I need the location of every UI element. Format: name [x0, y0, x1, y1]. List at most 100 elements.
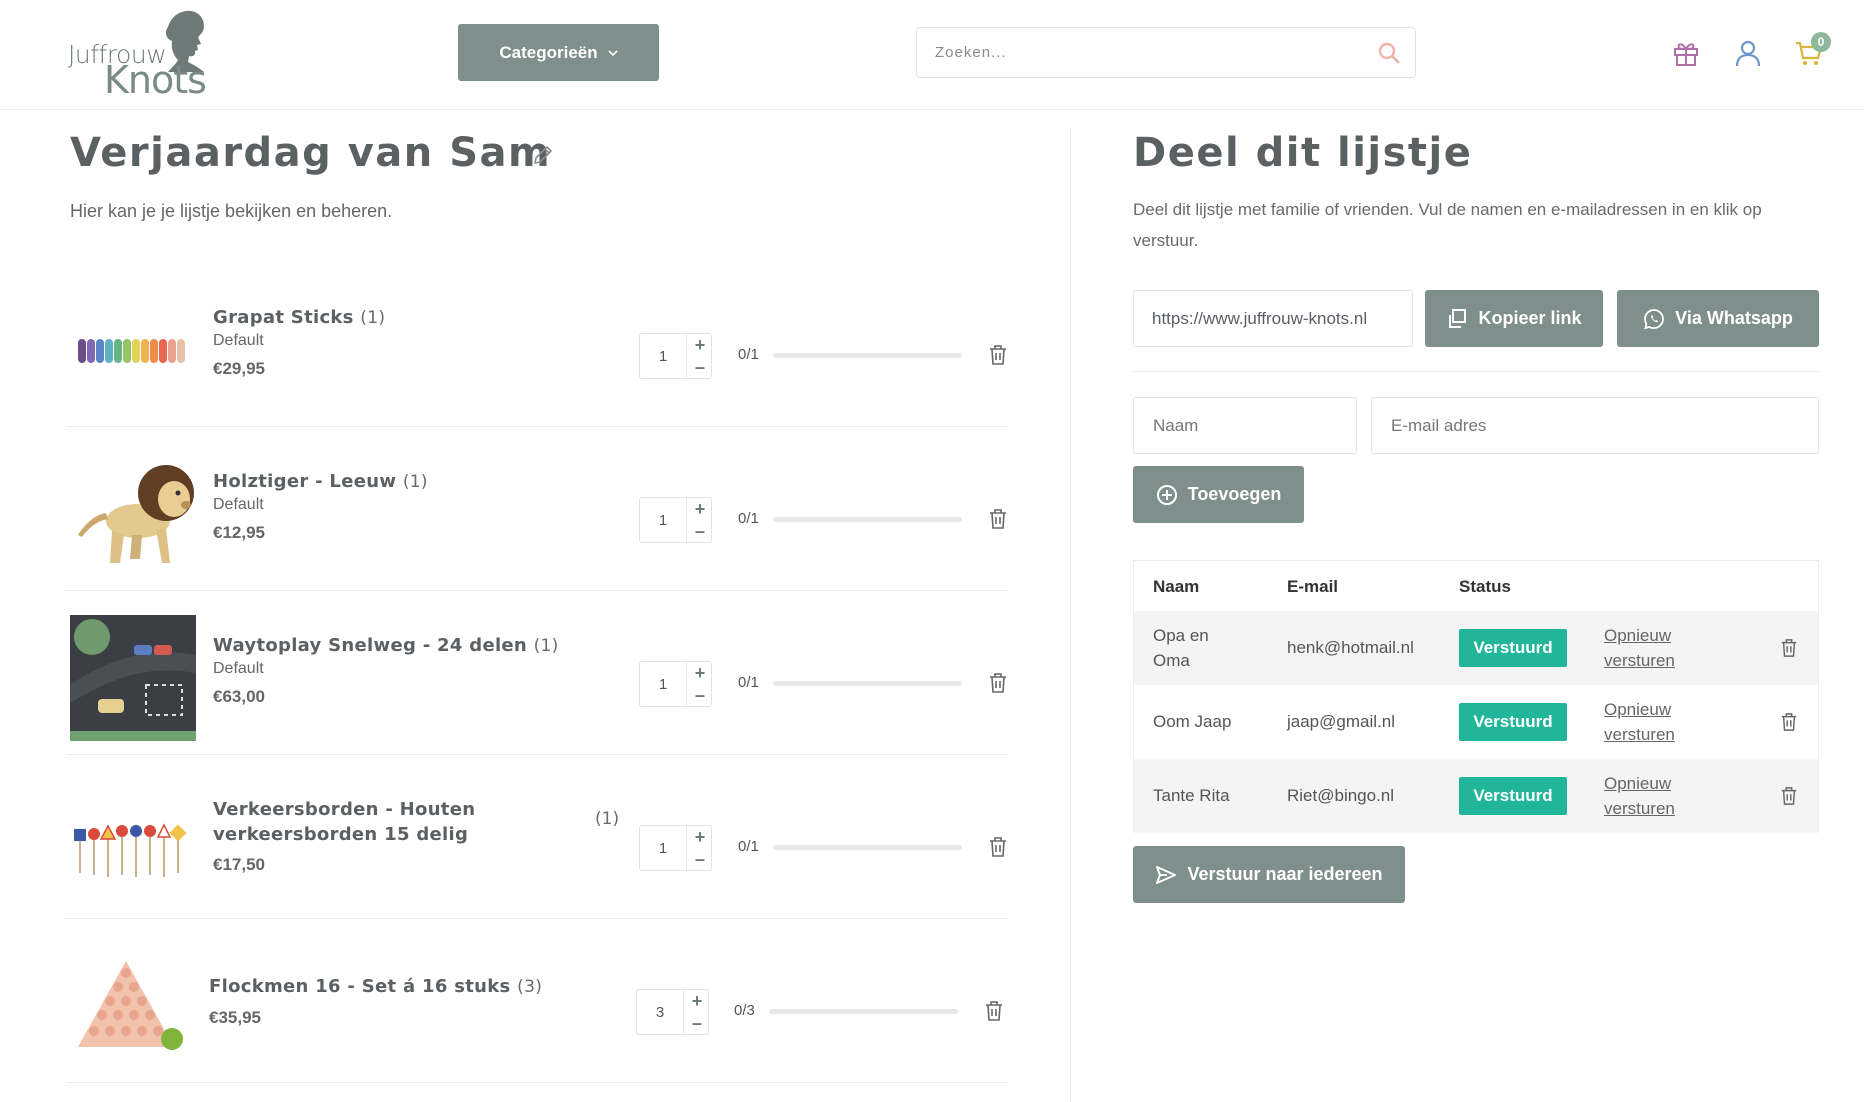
- decrement-button[interactable]: –: [687, 356, 713, 378]
- quantity-value[interactable]: 1: [640, 826, 686, 870]
- quantity-stepper: 1 + –: [639, 333, 712, 379]
- quantity-value[interactable]: 1: [640, 498, 686, 542]
- wishlist-item: Verkeersborden - Houten verkeersborden 15…: [66, 755, 1008, 919]
- product-image-flockmen[interactable]: [66, 943, 192, 1069]
- search-icon[interactable]: [1377, 41, 1401, 65]
- copy-icon: [1449, 308, 1467, 328]
- email-field[interactable]: [1371, 397, 1819, 454]
- decrement-button[interactable]: –: [687, 848, 713, 870]
- cart-count-badge: 0: [1811, 32, 1831, 52]
- quantity-stepper: 1 + –: [639, 825, 712, 871]
- increment-button[interactable]: +: [687, 662, 713, 684]
- quantity-value[interactable]: 1: [640, 334, 686, 378]
- wishlist-item: Holztiger - Leeuw (1) Default €12,95 1 +…: [66, 427, 1008, 591]
- send-all-label: Verstuur naar iedereen: [1187, 864, 1383, 884]
- product-qty-tag: (1): [402, 472, 428, 492]
- product-price: €12,95: [213, 523, 265, 542]
- add-label: Toevoegen: [1187, 484, 1282, 504]
- product-image-grapat-sticks[interactable]: [70, 287, 196, 413]
- product-image-traffic-signs[interactable]: [70, 779, 196, 905]
- table-row: Oom Jaap jaap@gmail.nl Verstuurd Opnieuw…: [1134, 685, 1818, 759]
- product-name[interactable]: Flockmen 16 - Set á 16 stuks (3): [209, 974, 542, 1000]
- trash-icon[interactable]: [1780, 712, 1798, 732]
- wishlist-item: Flockmen 16 - Set á 16 stuks (3) €35,95 …: [66, 919, 1008, 1083]
- recipients-table: Naam E-mail Status Opa en Oma henk@hotmai…: [1133, 560, 1819, 833]
- quantity-stepper: 1 + –: [639, 497, 712, 543]
- name-field[interactable]: [1133, 397, 1357, 454]
- share-link-field[interactable]: [1133, 290, 1413, 347]
- recipient-email: Riet@bingo.nl: [1287, 786, 1395, 805]
- resend-link[interactable]: Opnieuw versturen: [1604, 771, 1675, 821]
- quantity-stepper: 3 + –: [636, 989, 709, 1035]
- logo[interactable]: Juffrouw Knots: [68, 10, 208, 102]
- chevron-down-icon: [608, 49, 618, 56]
- resend-link[interactable]: Opnieuw versturen: [1604, 623, 1675, 673]
- copy-link-button[interactable]: Kopieer link: [1425, 290, 1603, 347]
- product-image-lion[interactable]: [70, 451, 196, 577]
- categories-label: Categorieën: [499, 42, 598, 62]
- progress-label: 0/1: [738, 510, 759, 527]
- wishlist-title: Verjaardag van Sam: [70, 130, 552, 176]
- product-qty-tag: (1): [533, 636, 559, 656]
- quantity-value[interactable]: 3: [637, 990, 683, 1034]
- increment-button[interactable]: +: [684, 990, 710, 1012]
- column-header-status: Status: [1459, 577, 1511, 596]
- gift-icon[interactable]: [1671, 38, 1701, 68]
- progress-label: 0/1: [738, 346, 759, 363]
- user-icon[interactable]: [1733, 38, 1763, 68]
- progress-bar: [773, 845, 962, 850]
- search-box: [916, 27, 1416, 78]
- progress-label: 0/1: [738, 838, 759, 855]
- product-name[interactable]: Grapat Sticks (1): [213, 305, 385, 331]
- recipient-name: Oom Jaap: [1153, 712, 1232, 731]
- add-button[interactable]: Toevoegen: [1133, 466, 1304, 523]
- quantity-value[interactable]: 1: [640, 662, 686, 706]
- column-header-email: E-mail: [1287, 577, 1339, 596]
- pencil-icon[interactable]: [532, 144, 554, 166]
- trash-icon[interactable]: [988, 508, 1008, 530]
- product-price: €17,50: [213, 855, 265, 874]
- trash-icon[interactable]: [988, 836, 1008, 858]
- categories-button[interactable]: Categorieën: [458, 24, 659, 81]
- product-variant: Default: [213, 332, 264, 349]
- trash-icon[interactable]: [1780, 638, 1798, 658]
- whatsapp-icon: [1644, 308, 1665, 329]
- trash-icon[interactable]: [1780, 786, 1798, 806]
- resend-link[interactable]: Opnieuw versturen: [1604, 697, 1675, 747]
- stepper-controls: + –: [686, 498, 712, 542]
- increment-button[interactable]: +: [687, 334, 713, 356]
- stepper-controls: + –: [683, 990, 709, 1034]
- progress-bar: [773, 353, 962, 358]
- status-badge: Verstuurd: [1459, 777, 1567, 815]
- status-badge: Verstuurd: [1459, 629, 1567, 667]
- table-row: Tante Rita Riet@bingo.nl Verstuurd Opnie…: [1134, 759, 1818, 833]
- product-price: €63,00: [213, 687, 265, 706]
- logo-text-bottom: Knots: [104, 58, 207, 102]
- recipient-email: henk@hotmail.nl: [1287, 638, 1414, 657]
- product-image-waytoplay[interactable]: [70, 615, 196, 741]
- stepper-controls: + –: [686, 334, 712, 378]
- share-title: Deel dit lijstje: [1133, 130, 1473, 176]
- product-name[interactable]: Verkeersborden - Houten verkeersborden 15…: [213, 797, 475, 847]
- search-input[interactable]: [935, 28, 1355, 77]
- site-header: Juffrouw Knots Categorieën 0: [0, 0, 1864, 110]
- send-icon: [1156, 865, 1177, 884]
- trash-icon[interactable]: [988, 672, 1008, 694]
- trash-icon[interactable]: [984, 1000, 1004, 1022]
- decrement-button[interactable]: –: [687, 684, 713, 706]
- plus-circle-icon: [1156, 484, 1177, 505]
- trash-icon[interactable]: [988, 344, 1008, 366]
- whatsapp-button[interactable]: Via Whatsapp: [1617, 290, 1819, 347]
- increment-button[interactable]: +: [687, 826, 713, 848]
- product-name[interactable]: Waytoplay Snelweg - 24 delen (1): [213, 633, 559, 659]
- progress-label: 0/3: [734, 1002, 755, 1019]
- product-variant: Default: [213, 496, 264, 513]
- table-row: Opa en Oma henk@hotmail.nl Verstuurd Opni…: [1134, 611, 1818, 685]
- decrement-button[interactable]: –: [687, 520, 713, 542]
- increment-button[interactable]: +: [687, 498, 713, 520]
- status-badge: Verstuurd: [1459, 703, 1567, 741]
- copy-link-label: Kopieer link: [1478, 308, 1582, 328]
- product-name[interactable]: Holztiger - Leeuw (1): [213, 469, 428, 495]
- decrement-button[interactable]: –: [684, 1012, 710, 1034]
- send-all-button[interactable]: Verstuur naar iedereen: [1133, 846, 1405, 903]
